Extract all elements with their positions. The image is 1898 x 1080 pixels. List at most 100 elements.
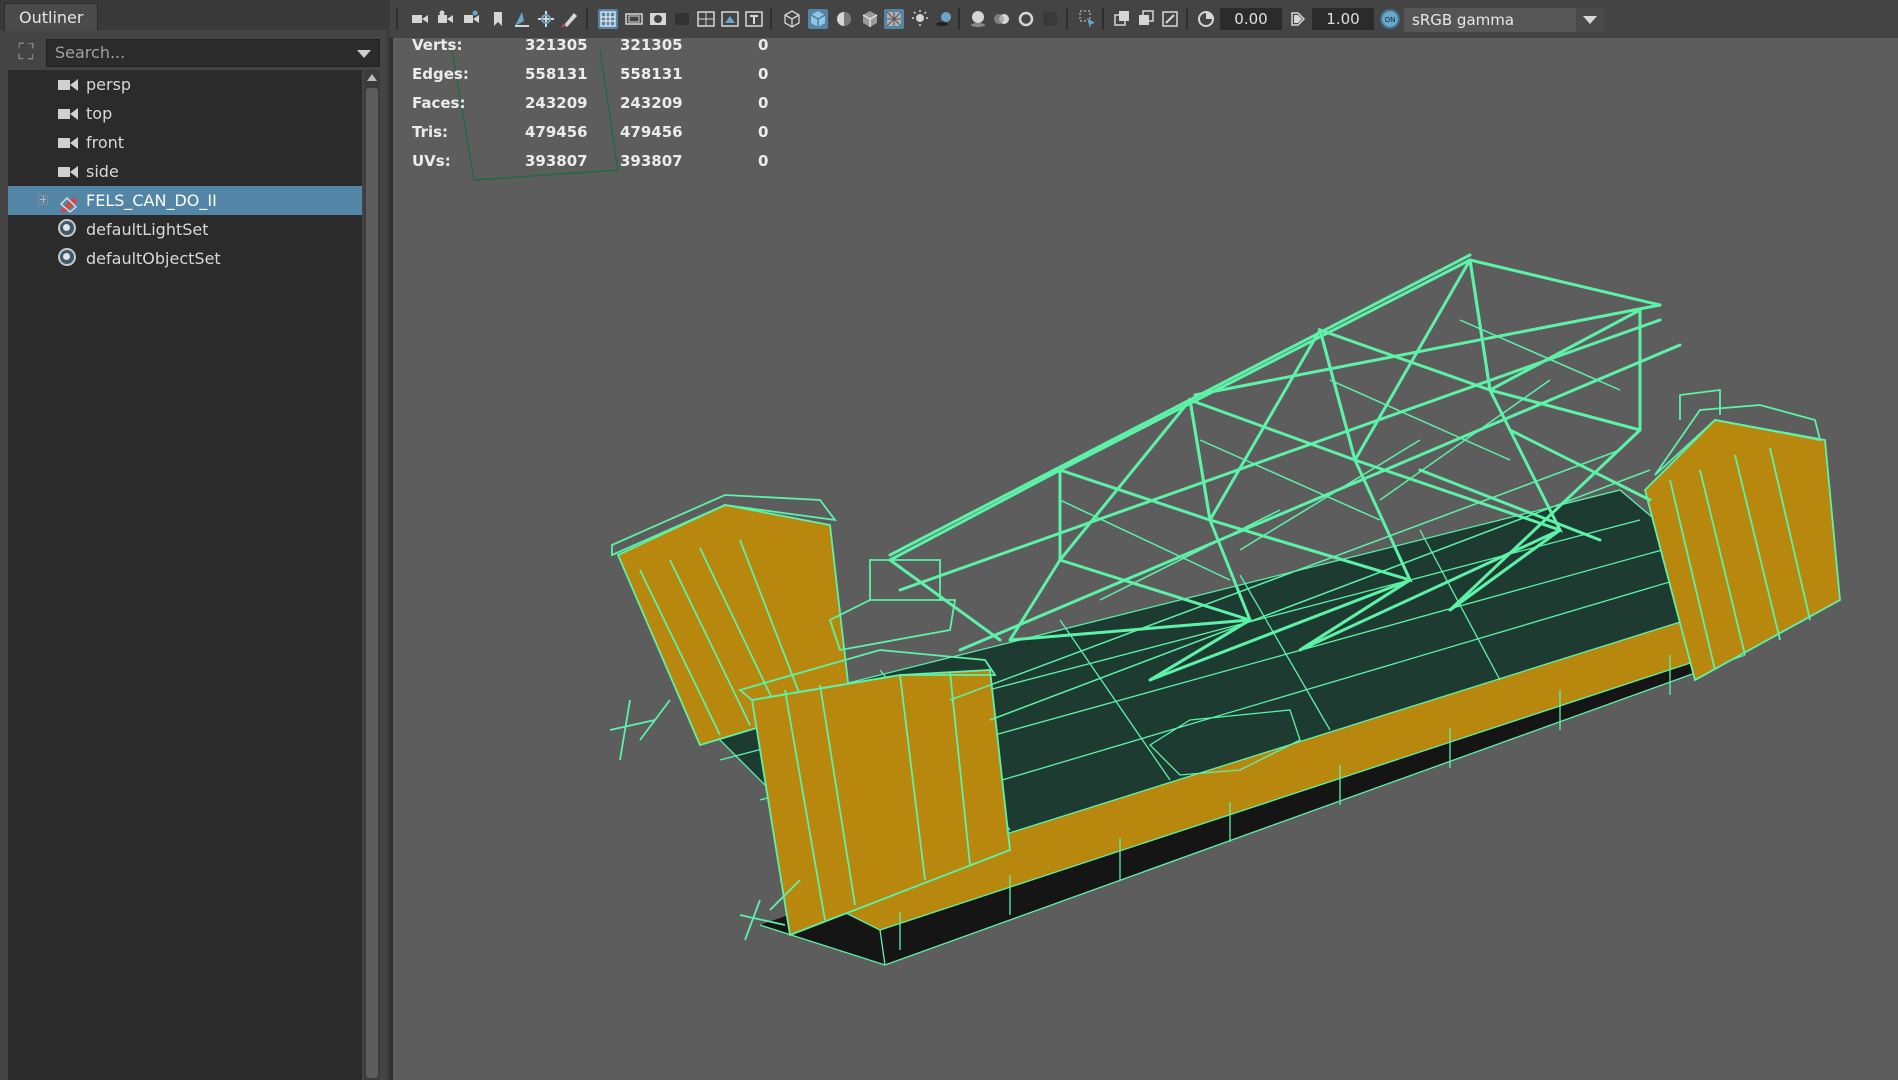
color-space-label: sRGB gamma <box>1412 11 1515 29</box>
hud-value: 479456 <box>620 123 683 141</box>
exposure-field[interactable]: 0.00 <box>1220 8 1282 30</box>
hud-value: 321305 <box>525 36 588 54</box>
hud-value: 243209 <box>525 94 588 112</box>
resolution-gate-icon[interactable] <box>648 9 668 29</box>
chevron-down-icon[interactable] <box>1576 8 1604 32</box>
hud-label: Edges: <box>412 65 469 83</box>
toolbar-separator <box>1102 8 1104 30</box>
filter-icon[interactable]: ⛶ <box>14 41 38 65</box>
lighting-icon[interactable] <box>910 9 930 29</box>
outliner-search-input[interactable]: Search... <box>46 39 380 67</box>
gamma-icon[interactable] <box>1288 9 1308 29</box>
motion-blur-icon[interactable] <box>992 9 1012 29</box>
color-space-dropdown[interactable]: sRGB gamma <box>1404 8 1604 32</box>
toolbar-separator <box>1066 8 1068 30</box>
wireframe-shading-icon[interactable] <box>782 9 802 29</box>
expand-icon[interactable] <box>38 195 48 205</box>
hud-row-edges: Edges: 558131 558131 0 <box>412 65 812 94</box>
safe-action-icon[interactable] <box>720 9 740 29</box>
outliner-item-top[interactable]: top <box>8 99 362 128</box>
hud-value: 479456 <box>525 123 588 141</box>
film-gate-icon[interactable] <box>624 9 644 29</box>
hud-label: Faces: <box>412 94 466 112</box>
hud-value: 0 <box>758 123 769 141</box>
outliner-item-side[interactable]: side <box>8 157 362 186</box>
2d-pan-zoom-icon[interactable] <box>536 9 556 29</box>
camera-icon <box>58 164 80 180</box>
outliner-item-defaultlightset[interactable]: defaultLightSet <box>8 215 362 244</box>
gamma-field[interactable]: 1.00 <box>1312 8 1374 30</box>
hud-label: Tris: <box>412 123 449 141</box>
outliner-item-label: top <box>86 104 113 123</box>
anti-aliasing-icon[interactable] <box>1016 9 1036 29</box>
shadows-icon[interactable] <box>934 9 954 29</box>
xray-active-components-icon[interactable] <box>1136 9 1156 29</box>
safe-title-icon[interactable] <box>744 9 764 29</box>
hud-value: 0 <box>758 152 769 170</box>
depth-of-field-icon[interactable] <box>1040 9 1060 29</box>
gate-mask-icon[interactable] <box>672 9 692 29</box>
outliner-panel: Outliner ⛶ Search... persp top front sid… <box>0 0 387 1080</box>
smooth-shading-icon[interactable] <box>808 9 828 29</box>
isolate-select-icon[interactable] <box>1078 9 1098 29</box>
hud-label: Verts: <box>412 36 463 54</box>
hud-value: 393807 <box>525 152 588 170</box>
outliner-tab-bar: Outliner <box>0 0 387 31</box>
xray-icon[interactable] <box>884 9 904 29</box>
exposure-icon[interactable] <box>1196 9 1216 29</box>
svg-text:ON: ON <box>1385 16 1396 24</box>
viewport-toolbar: 0.00 1.00 ON sRGB gamma <box>390 0 1898 39</box>
toolbar-separator <box>586 8 588 30</box>
hud-value: 243209 <box>620 94 683 112</box>
ship-wireframe-model[interactable] <box>390 38 1898 1080</box>
transform-icon <box>58 193 80 213</box>
outliner-item-persp[interactable]: persp <box>8 70 362 99</box>
field-chart-icon[interactable] <box>696 9 716 29</box>
hud-label: UVs: <box>412 152 451 170</box>
scrollbar-thumb[interactable] <box>366 88 378 1078</box>
chevron-down-icon[interactable] <box>357 50 371 58</box>
hud-value: 558131 <box>525 65 588 83</box>
outliner-item-label: persp <box>86 75 132 94</box>
hud-value: 0 <box>758 94 769 112</box>
color-management-toggle-icon[interactable]: ON <box>1380 9 1400 29</box>
hud-value: 321305 <box>620 36 683 54</box>
outliner-item-front[interactable]: front <box>8 128 362 157</box>
backface-culling-icon[interactable] <box>1160 9 1180 29</box>
outliner-tree: persp top front side FELS_CAN_DO_II defa… <box>8 70 362 1080</box>
outliner-item-defaultobjectset[interactable]: defaultObjectSet <box>8 244 362 273</box>
outliner-item-label: defaultLightSet <box>86 220 209 239</box>
bookmark-icon[interactable] <box>488 9 508 29</box>
set-icon <box>58 219 80 238</box>
scroll-up-icon[interactable] <box>367 74 377 81</box>
outliner-item-label: side <box>86 162 119 181</box>
ambient-occlusion-icon[interactable] <box>968 9 988 29</box>
camera-attributes-icon[interactable] <box>436 9 456 29</box>
outliner-tab[interactable]: Outliner <box>4 3 99 31</box>
default-material-icon[interactable] <box>834 9 854 29</box>
xray-joints-icon[interactable] <box>1112 9 1132 29</box>
toolbar-separator <box>770 8 772 30</box>
grid-icon[interactable] <box>598 9 618 29</box>
toolbar-separator <box>1186 8 1188 30</box>
hud-value: 558131 <box>620 65 683 83</box>
toolbar-separator <box>396 8 398 30</box>
camera-icon <box>58 77 80 93</box>
hud-value: 393807 <box>620 152 683 170</box>
outliner-item-label: FELS_CAN_DO_II <box>86 191 217 210</box>
toolbar-separator <box>958 8 960 30</box>
hud-value: 0 <box>758 65 769 83</box>
wireframe-on-shaded-icon[interactable] <box>860 9 880 29</box>
search-placeholder: Search... <box>55 43 126 62</box>
outliner-scrollbar[interactable] <box>364 70 380 1080</box>
grease-pencil-icon[interactable] <box>560 9 580 29</box>
select-camera-icon[interactable] <box>410 9 430 29</box>
camera-bookmark-icon[interactable] <box>462 9 482 29</box>
hud-row-faces: Faces: 243209 243209 0 <box>412 94 812 123</box>
outliner-item-label: front <box>86 133 125 152</box>
camera-icon <box>58 135 80 151</box>
image-plane-icon[interactable] <box>512 9 532 29</box>
hud-row-verts: Verts: 321305 321305 0 <box>412 36 812 65</box>
camera-icon <box>58 106 80 122</box>
outliner-item-fels-can-do-ii[interactable]: FELS_CAN_DO_II <box>8 186 362 215</box>
